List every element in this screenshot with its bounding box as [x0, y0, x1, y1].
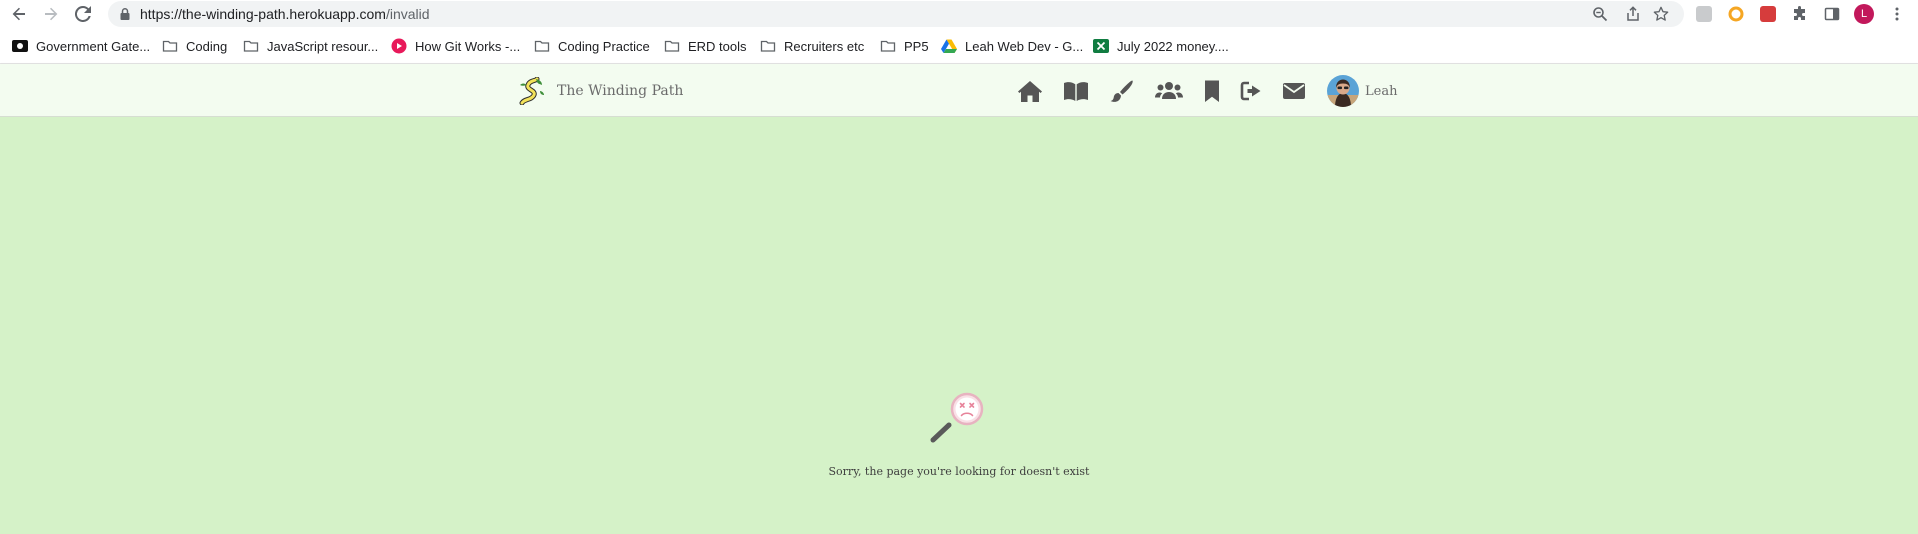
bookmark-label: July 2022 money.... [1117, 38, 1229, 54]
folder-icon [243, 38, 259, 54]
nav-sign-out-link[interactable] [1240, 79, 1262, 103]
folder-icon [534, 38, 550, 54]
users-icon [1155, 82, 1183, 99]
bookmark-label: ERD tools [688, 38, 747, 54]
side-panel-icon[interactable] [1824, 6, 1840, 22]
nav-stories-link[interactable] [1063, 79, 1089, 103]
folder-icon [760, 38, 776, 54]
red-circle-favicon [391, 38, 407, 54]
site-navbar: The Winding Path Leah [0, 64, 1918, 117]
bookmark-icon [1205, 80, 1219, 102]
user-name: Leah [1365, 83, 1398, 99]
extension-icon-orange[interactable] [1728, 6, 1744, 22]
bookmark-label: Coding [186, 38, 228, 54]
brand-link[interactable]: The Winding Path [518, 77, 683, 105]
url-text: https://the-winding-path.herokuapp.com/i… [140, 1, 430, 27]
extension-icon-red[interactable] [1760, 6, 1776, 22]
nav-community-link[interactable] [1155, 79, 1183, 103]
folder-icon [880, 38, 896, 54]
nav-contact-link[interactable] [1282, 79, 1306, 103]
folder-icon [162, 38, 178, 54]
bookmark-label: JavaScript resour... [267, 38, 379, 54]
back-button[interactable] [9, 4, 29, 24]
nav-profile-link[interactable]: Leah [1327, 75, 1397, 107]
lock-icon [120, 8, 130, 20]
avatar [1327, 75, 1359, 107]
star-icon[interactable] [1653, 6, 1669, 22]
browser-toolbar: https://the-winding-path.herokuapp.com/i… [0, 0, 1918, 28]
bookmark-folder-erd-tools[interactable]: ERD tools [664, 37, 747, 55]
nav-create-link[interactable] [1110, 79, 1134, 103]
zoom-icon[interactable] [1592, 6, 1608, 22]
reload-icon [75, 6, 91, 22]
arrow-left-icon [12, 7, 25, 21]
bookmark-label: PP5 [904, 38, 929, 54]
bookmark-folder-pp5[interactable]: PP5 [880, 37, 929, 55]
bookmark-label: How Git Works -... [415, 38, 521, 54]
address-bar[interactable]: https://the-winding-path.herokuapp.com/i… [108, 1, 1684, 27]
arrow-right-icon [45, 7, 58, 21]
bookmark-folder-coding[interactable]: Coding [162, 37, 227, 55]
bookmark-folder-recruiters[interactable]: Recruiters etc [760, 37, 864, 55]
puzzle-icon[interactable] [1792, 6, 1808, 22]
reload-button[interactable] [73, 4, 93, 24]
share-icon[interactable] [1625, 6, 1641, 22]
bookmark-folder-javascript[interactable]: JavaScript resour... [243, 37, 378, 55]
bookmark-folder-coding-practice[interactable]: Coding Practice [534, 37, 650, 55]
profile-avatar[interactable]: L [1854, 4, 1874, 24]
bookmark-leah-web-dev[interactable]: Leah Web Dev - G... [941, 37, 1083, 55]
bookmark-label: Leah Web Dev - G... [965, 38, 1084, 54]
bookmark-how-git-works[interactable]: How Git Works -... [391, 37, 520, 55]
winding-path-logo-icon [519, 77, 544, 105]
folder-icon [664, 38, 680, 54]
url-host: https://the-winding-path.herokuapp.com [140, 6, 386, 22]
home-icon [1018, 81, 1042, 102]
bookmark-label: Government Gate... [36, 38, 151, 54]
bookmark-label: Recruiters etc [784, 38, 865, 54]
nav-home-link[interactable] [1017, 79, 1043, 103]
extension-icon-grey[interactable] [1696, 6, 1712, 22]
not-found-message: Sorry, the page you're looking for doesn… [828, 465, 1090, 478]
brand-name: The Winding Path [557, 83, 684, 99]
paintbrush-icon [1110, 80, 1133, 102]
url-path: /invalid [385, 6, 430, 22]
main-content: Sorry, the page you're looking for doesn… [0, 117, 1918, 534]
magnifier-sad-icon [930, 392, 984, 443]
envelope-icon [1283, 83, 1305, 99]
sign-out-icon [1240, 81, 1261, 101]
nav-bookmarks-link[interactable] [1204, 79, 1220, 103]
kebab-menu-icon[interactable] [1889, 6, 1905, 22]
excel-favicon [1093, 38, 1109, 54]
bookmark-government-gateway[interactable]: Government Gate... [12, 37, 150, 55]
forward-button[interactable] [41, 4, 61, 24]
bookmarks-bar: Government Gate... Coding JavaScript res… [0, 28, 1918, 64]
google-drive-favicon [941, 38, 957, 54]
gov-favicon [12, 38, 28, 54]
bookmark-label: Coding Practice [558, 38, 650, 54]
book-icon [1064, 82, 1088, 101]
bookmark-july-2022-money[interactable]: July 2022 money.... [1093, 37, 1229, 55]
